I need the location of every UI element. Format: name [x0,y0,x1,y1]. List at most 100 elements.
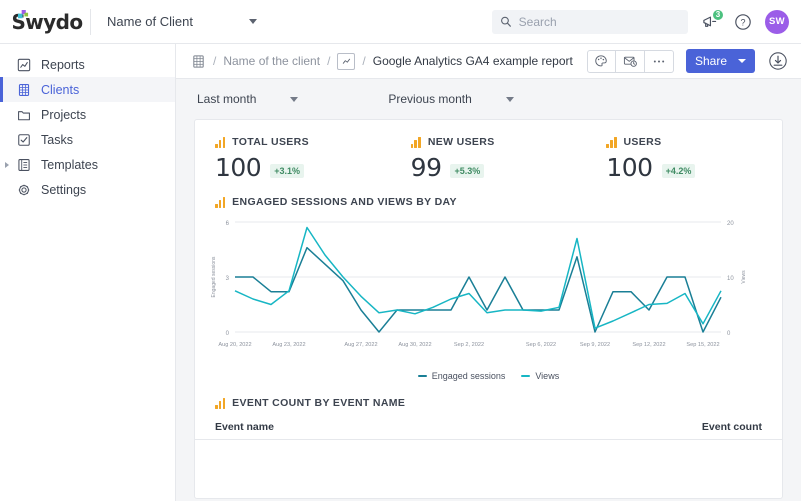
kpi-title: NEW USERS [427,136,495,148]
sidebar-item-reports[interactable]: Reports [0,52,175,77]
kpi-title: TOTAL USERS [232,136,309,148]
column-header-event-count[interactable]: Event count [702,421,762,433]
sidebar-item-label: Settings [41,182,87,197]
events-section-title: EVENT COUNT BY EVENT NAME [232,397,406,409]
legend-label: Engaged sessions [431,371,506,381]
avatar[interactable]: SW [765,9,789,34]
announcements-button[interactable]: 3 [699,8,724,33]
kpi-value: 100 [606,153,653,182]
chart-section-header: ENGAGED SESSIONS AND VIEWS BY DAY [195,186,782,208]
more-options-button[interactable] [644,49,674,73]
chevron-right-icon[interactable] [5,161,9,168]
announcements-badge: 3 [712,8,724,21]
svg-text:Aug 30, 2022: Aug 30, 2022 [398,342,431,348]
report-scroll-area[interactable]: Last month Previous month TOTAL USERS 10… [176,79,801,501]
ga-bar-icon [215,397,226,409]
sidebar-item-clients[interactable]: Clients [0,77,175,102]
chevron-down-icon [290,96,299,102]
svg-text:Aug 20, 2022: Aug 20, 2022 [218,342,251,348]
ga-bar-icon [606,136,617,148]
svg-text:10: 10 [727,276,734,282]
download-icon [769,52,787,70]
column-header-event-name[interactable]: Event name [215,421,274,433]
gear-icon [16,182,31,197]
svg-text:?: ? [740,17,745,27]
chart-container: 0 3 6 0 10 20 Engaged sessions Views Aug 20, 202… [195,208,782,369]
share-button[interactable]: Share [685,49,755,73]
report-card: TOTAL USERS 100 +3.1% NEW USERS 99 +5.3%… [194,119,783,499]
sidebar-item-projects[interactable]: Projects [0,102,175,127]
period-dropdown[interactable]: Last month [197,92,299,106]
svg-text:3: 3 [226,276,230,282]
share-button-label: Share [694,54,727,68]
breadcrumb-report-title: Google Analytics GA4 example report [372,54,573,68]
sidebar-item-templates[interactable]: Templates [0,152,175,177]
client-selector-label: Name of Client [107,14,193,29]
checkbox-icon [16,132,31,147]
svg-text:Sep 12, 2022: Sep 12, 2022 [632,342,665,348]
palette-icon [595,55,608,67]
chevron-down-icon [248,19,257,24]
ga-bar-icon [215,136,226,148]
kpi-total-users: TOTAL USERS 100 +3.1% [195,136,391,180]
sidebar-item-label: Clients [41,82,80,97]
breadcrumb-report-icon [337,52,356,70]
svg-text:Sep 2, 2022: Sep 2, 2022 [454,342,484,348]
logo-mark-icon [18,9,29,18]
email-clock-icon [623,56,637,67]
svg-text:Aug 27, 2022: Aug 27, 2022 [344,342,377,348]
search-box[interactable] [492,9,688,34]
document-icon [16,157,31,172]
help-button[interactable]: ? [732,11,754,33]
svg-text:Views: Views [741,270,747,284]
engaged-sessions-views-chart: 0 3 6 0 10 20 Engaged sessions Views Aug 20, 202… [211,221,747,348]
top-bar-actions: 3 ? SW [492,8,801,34]
kpi-delta-badge: +5.3% [450,164,485,178]
chart-section-title: ENGAGED SESSIONS AND VIEWS BY DAY [232,196,457,208]
kpi-users: USERS 100 +4.2% [586,136,782,180]
app-root: Swydo Name of Client 3 [0,0,801,501]
search-input[interactable] [518,14,680,29]
theme-button[interactable] [586,49,616,73]
compare-dropdown[interactable]: Previous month [388,92,514,106]
kpi-value: 99 [410,153,442,182]
download-button[interactable] [767,50,789,72]
svg-text:Aug 23, 2022: Aug 23, 2022 [272,342,305,348]
report-actions: Share [586,49,789,73]
legend-swatch [417,375,427,377]
sidebar-item-label: Reports [41,57,85,72]
svg-text:Sep 6, 2022: Sep 6, 2022 [526,342,556,348]
breadcrumb-client[interactable]: Name of the client [223,54,320,68]
folder-icon [16,107,31,122]
events-section-header: EVENT COUNT BY EVENT NAME [195,381,782,409]
search-icon [501,16,511,27]
swydo-logo[interactable]: Swydo [8,9,86,34]
svg-text:0: 0 [727,331,731,337]
sidebar-item-settings[interactable]: Settings [0,177,175,202]
legend-item-views[interactable]: Views [521,371,559,381]
sidebar-item-tasks[interactable]: Tasks [0,127,175,152]
legend-item-engaged-sessions[interactable]: Engaged sessions [417,371,506,381]
chart-icon [16,57,31,72]
sidebar-item-label: Templates [41,157,98,172]
ellipsis-icon [653,60,665,62]
kpi-new-users: NEW USERS 99 +5.3% [391,136,587,180]
help-circle-icon: ? [735,13,751,30]
client-selector[interactable]: Name of Client [101,10,263,33]
svg-text:20: 20 [727,221,734,227]
chart-legend: Engaged sessions Views [195,371,782,381]
chevron-down-icon [738,59,746,63]
period-dropdown-label: Last month [197,92,257,106]
main-content: / Name of the client / / Google Analytic… [176,44,801,501]
kpi-value: 100 [215,153,262,182]
top-bar: Swydo Name of Client 3 [0,0,801,44]
breadcrumb-building-icon [190,53,206,69]
body: Reports Clients Projects Tasks Templates… [0,44,801,501]
breadcrumb-separator: / [213,54,217,68]
breadcrumb-separator: / [362,54,366,68]
svg-text:Engaged sessions: Engaged sessions [211,256,217,297]
sidebar-item-label: Tasks [41,132,73,147]
schedule-email-button[interactable] [615,49,645,73]
ga-bar-icon [215,196,226,208]
breadcrumb-bar: / Name of the client / / Google Analytic… [176,44,801,79]
